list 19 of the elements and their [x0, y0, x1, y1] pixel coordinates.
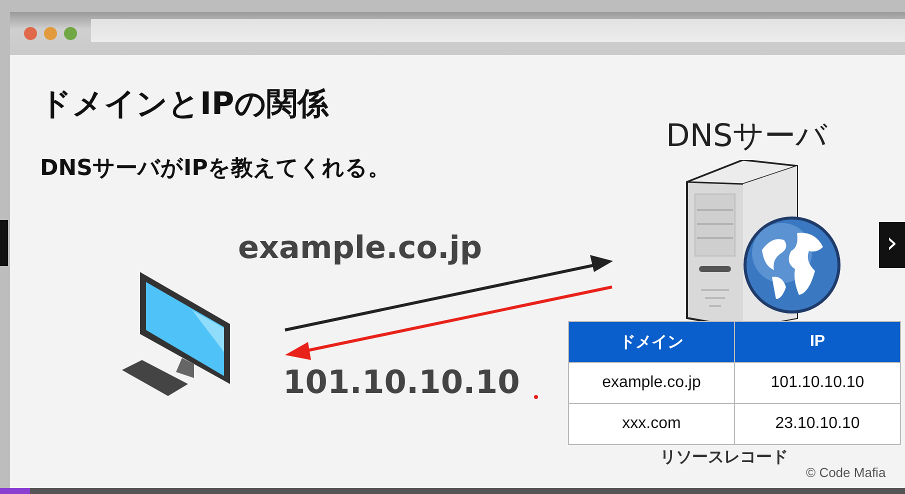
close-dot-icon: [24, 27, 37, 40]
copyright-text: © Code Mafia: [806, 465, 886, 480]
server-label: DNSサーバ: [666, 117, 828, 156]
response-label: 101.10.10.10: [283, 363, 520, 401]
next-button[interactable]: ›: [879, 222, 905, 268]
table-cell: xxx.com: [568, 404, 734, 444]
table-cell: 23.10.10.10: [734, 404, 900, 444]
pointer-dot: [534, 395, 538, 399]
table-cell: 101.10.10.10: [734, 362, 900, 404]
slide-title: ドメインとIPの関係: [40, 85, 328, 124]
table-cell: example.co.jp: [568, 362, 734, 404]
globe-icon: [742, 215, 842, 315]
request-label: example.co.jp: [238, 230, 482, 266]
column-header: IP: [734, 322, 900, 362]
minimize-dot-icon: [44, 27, 57, 40]
column-header: ドメイン: [568, 322, 734, 362]
slide-subtitle: DNSサーバがIPを教えてくれる。: [40, 155, 390, 183]
maximize-dot-icon: [64, 27, 77, 40]
table-caption: リソースレコード: [660, 447, 788, 468]
